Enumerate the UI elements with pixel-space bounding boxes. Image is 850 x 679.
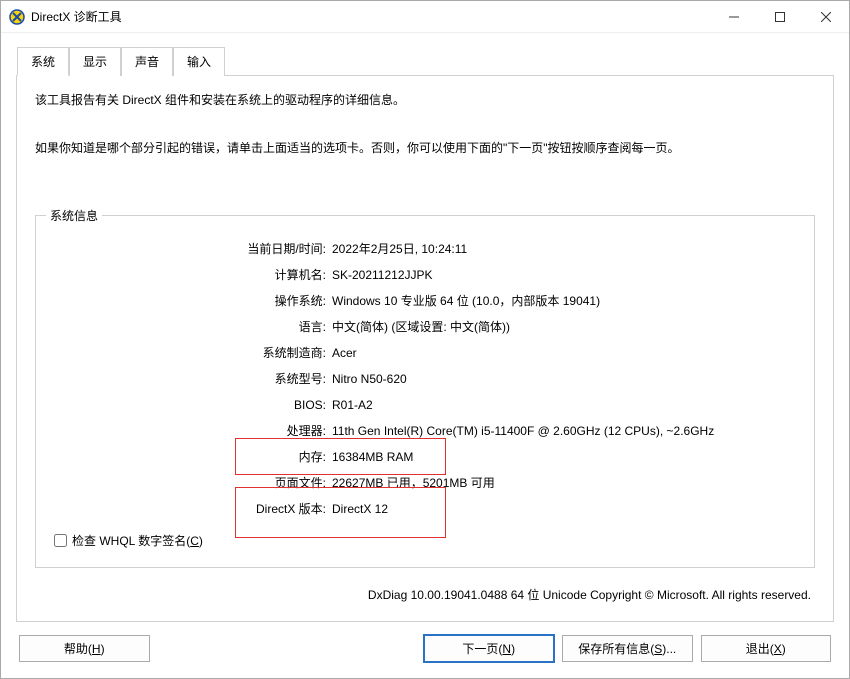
value-computername: SK-20211212JJPK [332,266,796,284]
label-directx: DirectX 版本: [54,500,332,518]
tab-display[interactable]: 显示 [69,47,121,76]
value-language: 中文(简体) (区域设置: 中文(简体)) [332,318,796,336]
label-processor: 处理器: [54,422,332,440]
close-button[interactable] [803,2,849,32]
tab-system[interactable]: 系统 [17,47,69,76]
minimize-button[interactable] [711,2,757,32]
row-language: 语言: 中文(简体) (区域设置: 中文(简体)) [54,318,796,336]
label-os: 操作系统: [54,292,332,310]
label-memory: 内存: [54,448,332,466]
label-language: 语言: [54,318,332,336]
row-bios: BIOS: R01-A2 [54,396,796,414]
row-datetime: 当前日期/时间: 2022年2月25日, 10:24:11 [54,240,796,258]
whql-row: 检查 WHQL 数字签名(C) [54,532,796,549]
whql-checkbox[interactable] [54,534,67,547]
value-processor: 11th Gen Intel(R) Core(TM) i5-11400F @ 2… [332,422,796,440]
value-directx: DirectX 12 [332,500,796,518]
row-processor: 处理器: 11th Gen Intel(R) Core(TM) i5-11400… [54,422,796,440]
row-memory: 内存: 16384MB RAM [54,448,796,466]
row-computername: 计算机名: SK-20211212JJPK [54,266,796,284]
value-pagefile: 22627MB 已用，5201MB 可用 [332,474,796,492]
system-info-group: 系统信息 当前日期/时间: 2022年2月25日, 10:24:11 计算机名:… [35,215,815,568]
label-model: 系统型号: [54,370,332,388]
help-button[interactable]: 帮助(H) [19,635,150,662]
label-datetime: 当前日期/时间: [54,240,332,258]
value-datetime: 2022年2月25日, 10:24:11 [332,240,796,258]
row-directx: DirectX 版本: DirectX 12 [54,500,796,518]
save-all-info-button[interactable]: 保存所有信息(S)... [562,635,693,662]
titlebar[interactable]: DirectX 诊断工具 [1,1,849,33]
dxdiag-icon [9,9,25,25]
value-bios: R01-A2 [332,396,796,414]
exit-button[interactable]: 退出(X) [701,635,832,662]
next-page-button[interactable]: 下一页(N) [424,635,555,662]
copyright-text: DxDiag 10.00.19041.0488 64 位 Unicode Cop… [35,586,815,603]
intro-line2: 如果你知道是哪个部分引起的错误，请单击上面适当的选项卡。否则，你可以使用下面的"… [35,138,815,158]
tab-sound[interactable]: 声音 [121,47,173,76]
label-pagefile: 页面文件: [54,474,332,492]
button-bar: 帮助(H) 下一页(N) 保存所有信息(S)... 退出(X) [1,623,849,678]
window-frame: DirectX 诊断工具 系统 显示 声音 输入 该工具报告有关 DirectX… [0,0,850,679]
row-os: 操作系统: Windows 10 专业版 64 位 (10.0，内部版本 190… [54,292,796,310]
label-bios: BIOS: [54,396,332,414]
tab-row: 系统 显示 声音 输入 [17,46,834,75]
row-manufacturer: 系统制造商: Acer [54,344,796,362]
whql-label[interactable]: 检查 WHQL 数字签名(C) [72,532,203,549]
row-model: 系统型号: Nitro N50-620 [54,370,796,388]
value-memory: 16384MB RAM [332,448,796,466]
label-manufacturer: 系统制造商: [54,344,332,362]
group-title: 系统信息 [46,207,102,224]
value-model: Nitro N50-620 [332,370,796,388]
intro-line1: 该工具报告有关 DirectX 组件和安装在系统上的驱动程序的详细信息。 [35,90,815,110]
window-title: DirectX 诊断工具 [31,8,122,25]
content-area: 系统 显示 声音 输入 该工具报告有关 DirectX 组件和安装在系统上的驱动… [1,33,849,623]
value-os: Windows 10 专业版 64 位 (10.0，内部版本 19041) [332,292,796,310]
value-manufacturer: Acer [332,344,796,362]
label-computername: 计算机名: [54,266,332,284]
maximize-button[interactable] [757,2,803,32]
row-pagefile: 页面文件: 22627MB 已用，5201MB 可用 [54,474,796,492]
tab-panel-system: 该工具报告有关 DirectX 组件和安装在系统上的驱动程序的详细信息。 如果你… [16,75,834,622]
tab-input[interactable]: 输入 [173,47,225,76]
